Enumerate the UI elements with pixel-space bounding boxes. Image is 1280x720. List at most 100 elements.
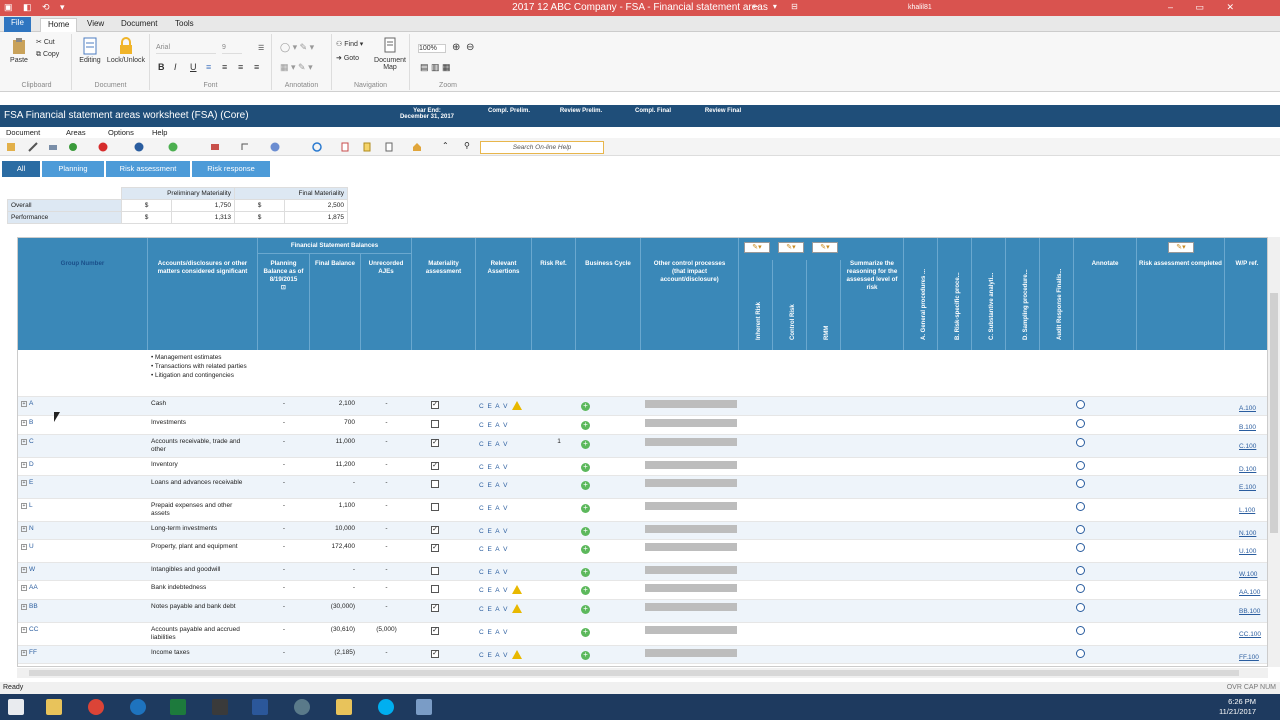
planning-balance-cell[interactable]: - — [258, 626, 310, 634]
table-row[interactable]: + BB Notes payable and bank debt - (30,000) -… — [18, 600, 1267, 623]
assertions-cell[interactable]: C E A V — [479, 505, 508, 512]
tab-risk-response[interactable]: Risk response — [192, 161, 270, 177]
unrecorded-ajes-cell[interactable]: - — [361, 502, 412, 510]
group-number-cell[interactable]: + A — [21, 400, 33, 408]
add-business-cycle-icon[interactable]: + — [581, 545, 590, 554]
table-row[interactable]: + N Long-term investments -10,000- ✓ C E A V +… — [18, 522, 1267, 540]
tab-all[interactable]: All — [2, 161, 40, 177]
materiality-value[interactable]: 2,500 — [284, 199, 348, 212]
wp-ref-link[interactable]: CC.100 — [1239, 631, 1261, 638]
add-business-cycle-icon[interactable]: + — [581, 527, 590, 536]
system-clock[interactable]: 6:26 PM 11/21/2017 — [1219, 697, 1256, 717]
warning-icon[interactable] — [512, 401, 522, 410]
materiality-checkbox[interactable]: ✓ — [431, 650, 439, 658]
account-cell[interactable]: Cash — [151, 400, 251, 408]
annotation-tools-icon[interactable]: ▦ ▾ ✎ ▾ — [280, 62, 313, 73]
bold-button[interactable]: B — [158, 62, 165, 72]
planning-balance-cell[interactable]: - — [258, 566, 310, 574]
header-business-cycle[interactable]: Business Cycle — [576, 238, 641, 350]
other-controls-bar[interactable] — [645, 566, 737, 574]
home-icon[interactable] — [412, 142, 422, 152]
internet-explorer-icon[interactable] — [130, 699, 146, 715]
annotate-icon[interactable] — [1076, 461, 1085, 470]
lock-unlock-button[interactable]: Lock/Unlock — [104, 36, 148, 64]
wp-ref-link[interactable]: FF.100 — [1239, 654, 1259, 661]
group-number-cell[interactable]: + D — [21, 461, 34, 469]
planning-balance-cell[interactable]: - — [258, 419, 310, 427]
window-controls[interactable]: – ▭ ✕ — [1168, 2, 1244, 13]
wp-ref-link[interactable]: A.100 — [1239, 405, 1256, 412]
materiality-checkbox[interactable] — [431, 567, 439, 575]
expand-icon[interactable]: + — [21, 526, 27, 532]
scroll-thumb[interactable] — [1270, 293, 1278, 533]
cut-button[interactable]: ✂ Cut — [36, 38, 55, 46]
collapse-icon[interactable]: ⌃ — [442, 141, 452, 151]
group-number-cell[interactable]: + BB — [21, 603, 38, 611]
header-assertions[interactable]: Relevant Assertions — [476, 238, 532, 350]
final-balance-cell[interactable]: (2,185) — [310, 649, 355, 657]
page-view-icons[interactable]: ▤ ▥ ▦ — [420, 62, 451, 73]
zoom-select[interactable]: 100% — [418, 44, 446, 53]
folder-icon[interactable] — [336, 699, 352, 715]
underline-button[interactable]: U — [190, 62, 197, 72]
table-row[interactable]: + E Loans and advances receivable - - - C E A … — [18, 476, 1267, 499]
assertions-cell[interactable]: C E A V — [479, 403, 508, 410]
horizontal-scrollbar[interactable] — [17, 668, 1268, 678]
caseware-icon[interactable] — [416, 699, 432, 715]
wp-ref-link[interactable]: W.100 — [1239, 571, 1257, 578]
assertions-cell[interactable]: C E A V — [479, 464, 508, 471]
vertical-scrollbar[interactable] — [1268, 237, 1280, 667]
other-controls-bar[interactable] — [645, 502, 737, 510]
materiality-checkbox[interactable]: ✓ — [431, 604, 439, 612]
menu-help[interactable]: Help — [152, 128, 167, 137]
scroll-thumb[interactable] — [29, 670, 1239, 676]
header-risk-assessment-completed[interactable]: Risk assessment completed — [1137, 238, 1225, 350]
new-icon[interactable] — [6, 142, 16, 152]
materiality-checkbox[interactable]: ✓ — [431, 401, 439, 409]
form-icon[interactable] — [210, 142, 220, 152]
unrecorded-ajes-cell[interactable]: - — [361, 525, 412, 533]
align-center-icon[interactable]: ≡ — [222, 62, 227, 72]
other-controls-bar[interactable] — [645, 438, 737, 446]
refresh-icon[interactable] — [68, 142, 78, 152]
unrecorded-ajes-cell[interactable]: - — [361, 461, 412, 469]
stop-icon[interactable] — [134, 142, 144, 152]
wp-ref-link[interactable]: AA.100 — [1239, 589, 1260, 596]
zoom-in-icon[interactable]: ⊕ — [452, 42, 460, 53]
expand-icon[interactable]: + — [21, 401, 27, 407]
table-row[interactable]: + CC Accounts payable and accrued liabilit… — [18, 623, 1267, 646]
group-number-cell[interactable]: + B — [21, 419, 33, 427]
materiality-checkbox[interactable] — [431, 585, 439, 593]
materiality-value[interactable]: 1,875 — [284, 211, 348, 224]
font-size-select[interactable]: 9 — [222, 44, 242, 54]
group-number-cell[interactable]: + N — [21, 525, 34, 533]
wp-ref-link[interactable]: N.100 — [1239, 530, 1256, 537]
account-cell[interactable]: Inventory — [151, 461, 251, 469]
annotate-icon[interactable] — [1076, 626, 1085, 635]
unrecorded-ajes-cell[interactable]: - — [361, 479, 412, 487]
header-rmm[interactable]: RMM — [807, 260, 841, 350]
compl-final[interactable]: Compl. Final — [622, 108, 684, 114]
other-controls-bar[interactable] — [645, 419, 737, 427]
account-cell[interactable]: Intangibles and goodwill — [151, 566, 251, 574]
unrecorded-ajes-cell[interactable]: - — [361, 603, 412, 611]
edit-icon[interactable] — [28, 142, 38, 152]
tab-document[interactable]: Document — [114, 18, 164, 32]
other-controls-bar[interactable] — [645, 461, 737, 469]
wp-ref-link[interactable]: E.100 — [1239, 484, 1256, 491]
expand-icon[interactable]: + — [21, 420, 27, 426]
header-unrecorded-ajes[interactable]: Unrecorded AJEs — [361, 254, 412, 350]
header-risk-specific[interactable]: B. Risk-specific proce... — [938, 238, 972, 350]
doc-list-icon[interactable] — [384, 142, 394, 152]
warning-icon[interactable] — [512, 650, 522, 659]
list-icon[interactable]: ☰ — [258, 44, 264, 52]
menu-areas[interactable]: Areas — [66, 128, 86, 137]
rmm-filter-icon[interactable]: ✎▾ — [812, 242, 838, 253]
materiality-value[interactable]: 1,313 — [171, 211, 235, 224]
annotate-icon[interactable] — [1076, 502, 1085, 511]
header-audit-response[interactable]: Audit Response Finalis... — [1040, 238, 1074, 350]
menu-document[interactable]: Document — [6, 128, 40, 137]
control-risk-filter-icon[interactable]: ✎▾ — [778, 242, 804, 253]
final-balance-cell[interactable]: - — [310, 566, 355, 574]
assertions-cell[interactable]: C E A V — [479, 652, 508, 659]
